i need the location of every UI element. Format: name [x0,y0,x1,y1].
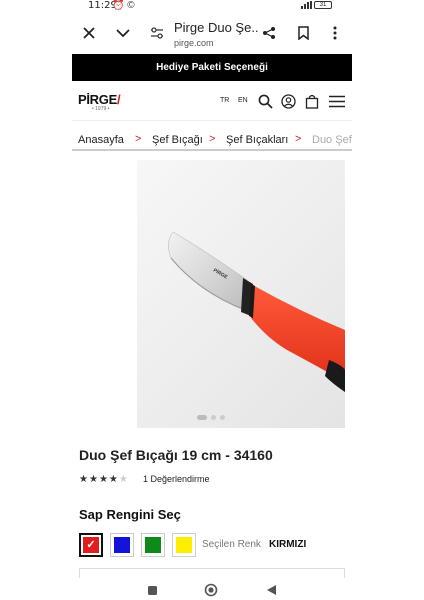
more-options-icon[interactable] [324,22,346,44]
status-bar: 11:29 ⏰ © 31 [0,0,424,14]
star-filled-icon: ★ [88,474,98,485]
logo-slash-icon: / [116,92,121,107]
selected-color-label: Seçilen Renk [202,539,261,550]
hamburger-menu-icon[interactable] [328,92,346,110]
selected-color-value: KIRMIZI [269,539,307,550]
battery-icon: 31 [314,1,332,9]
bookmark-icon[interactable] [292,22,314,44]
next-section-box [79,568,345,578]
gallery-dot-1[interactable] [197,415,207,420]
breadcrumb-sef-bicaklari[interactable]: Şef Bıçakları [226,134,288,146]
rating-stars: ★ ★ ★ ★ ★ [79,475,128,485]
handle-color-title: Sap Rengini Seç [79,507,181,522]
share-icon[interactable] [258,22,280,44]
color-swatch-red[interactable]: ✓ [79,533,103,557]
browser-toolbar: Pirge Duo Şe... pirge.com [72,14,352,54]
color-swatch-blue[interactable] [110,533,134,557]
alarm-icon: ⏰ © [112,0,135,11]
breadcrumb-sef-bicagi[interactable]: Şef Bıçağı [152,134,203,146]
announcement-bar[interactable]: Hediye Paketi Seçeneği [72,54,352,81]
page-title[interactable]: Pirge Duo Şe... [174,20,258,35]
search-icon[interactable] [256,92,274,110]
star-empty-icon: ★ [118,474,128,485]
shopping-bag-icon[interactable] [303,92,321,110]
chevron-right-icon: > [135,133,142,145]
recent-apps-icon[interactable] [145,583,159,597]
chef-knife-image: PİRGE [168,231,345,392]
signal-icon [301,1,312,9]
back-icon[interactable] [264,583,278,597]
gallery-dot-2[interactable] [211,415,216,420]
page-url[interactable]: pirge.com [174,38,214,48]
chevron-down-icon[interactable] [112,22,134,44]
home-icon[interactable] [204,583,218,597]
chevron-right-icon: > [295,133,302,145]
language-tr[interactable]: TR [220,97,229,104]
logo-text: PİRGE [78,92,117,107]
star-filled-icon: ★ [98,474,108,485]
rating-count[interactable]: 1 Değerlendirme [143,474,210,484]
site-header: PİRGE/ • 1979 • TR EN [72,81,352,121]
site-settings-icon[interactable] [146,22,168,44]
swatch-fill [145,537,161,553]
gallery-pagination [197,415,225,420]
color-swatch-green[interactable] [141,533,165,557]
close-icon[interactable] [78,22,100,44]
pirge-logo[interactable]: PİRGE/ • 1979 • [78,91,130,113]
product-title: Duo Şef Bıçağı 19 cm - 34160 [79,447,273,463]
swatch-fill [114,537,130,553]
breadcrumb: Anasayfa > Şef Bıçağı > Şef Bıçakları > … [72,131,352,151]
breadcrumb-current: Duo Şef [312,134,352,146]
announcement-text: Hediye Paketi Seçeneği [156,62,268,73]
product-image-gallery[interactable]: PİRGE [137,160,345,428]
product-rating[interactable]: ★ ★ ★ ★ ★ 1 Değerlendirme [79,474,210,486]
star-filled-icon: ★ [108,474,118,485]
star-filled-icon: ★ [79,474,88,485]
chevron-right-icon: > [209,133,216,145]
breadcrumb-home[interactable]: Anasayfa [78,134,124,146]
gallery-dot-3[interactable] [220,415,225,420]
language-en[interactable]: EN [238,97,248,104]
logo-year: • 1979 • [92,106,110,112]
checkmark-icon: ✓ [83,537,99,553]
status-icons: 31 [301,1,332,9]
color-swatch-yellow[interactable] [172,533,196,557]
system-nav-bar [0,578,424,600]
swatch-fill [176,537,192,553]
user-account-icon[interactable] [279,92,297,110]
